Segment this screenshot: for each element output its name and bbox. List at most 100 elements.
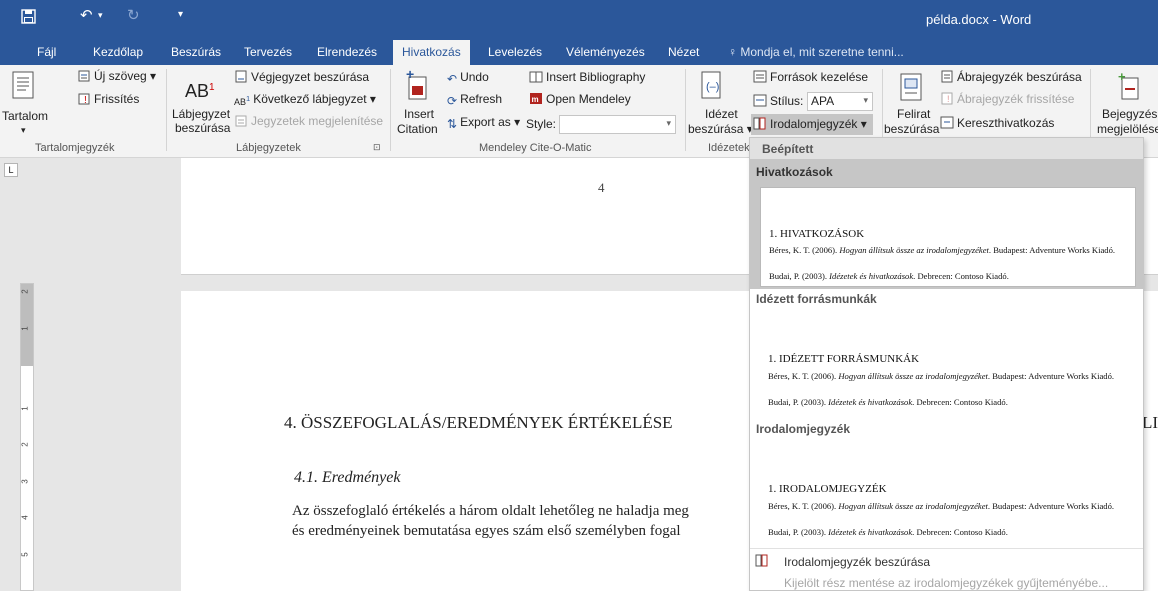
mendeley-undo-button[interactable]: ↶ Undo [447,70,489,86]
tab-mailings[interactable]: Levelezés [488,45,542,59]
bibliography-option-references[interactable]: Hivatkozások 1. HIVATKOZÁSOK Béres, K. T… [750,159,1143,289]
ruler-number: 2 [20,289,30,294]
vertical-ruler[interactable]: 2 1 1 2 3 4 5 [20,283,34,591]
style-select[interactable]: ▾ [559,115,676,134]
insert-footnote-line1[interactable]: Lábjegyzet [172,107,230,121]
preview-heading: 1. IDÉZETT FORRÁSMUNKÁK [768,353,920,365]
tab-design[interactable]: Tervezés [244,45,292,59]
save-icon[interactable] [21,9,36,28]
citation-style-label: Stílus: [753,94,803,110]
group-label-citations: Idézetek [708,142,750,154]
ruler-margin [21,284,33,366]
ruler-number: 1 [20,326,30,331]
mark-entry-line2[interactable]: megjelölése [1097,122,1158,136]
insert-bibliography-menu-item[interactable]: Irodalomjegyzék beszúrása [750,551,1143,571]
bibliography-book-icon [753,117,767,133]
update-figures-icon: ! [940,92,954,108]
insert-bibliography-mendeley-button[interactable]: Insert Bibliography [529,70,645,86]
ribbon-tabs: Fájl Kezdőlap Beszúrás Tervezés Elrendez… [0,40,1158,65]
tab-home[interactable]: Kezdőlap [93,45,143,59]
bibliography-book-icon [755,554,769,570]
bibliography-option-bibliography[interactable]: Irodalomjegyzék 1. IRODALOMJEGYZÉK Béres… [750,419,1143,549]
open-mendeley-button[interactable]: m Open Mendeley [529,92,631,108]
group-separator [685,69,686,151]
bibliography-dropdown: Beépített Hivatkozások 1. HIVATKOZÁSOK B… [749,137,1144,591]
chevron-down-icon: ▾ [863,95,868,105]
undo-icon[interactable]: ↶ [80,6,93,24]
tab-insert[interactable]: Beszúrás [171,45,221,59]
insert-endnote-button[interactable]: Végjegyzet beszúrása [234,70,369,86]
tab-review[interactable]: Véleményezés [566,45,645,59]
paragraph-line: Az összefoglaló értékelés a három oldalt… [292,503,689,519]
dialog-launcher-icon[interactable]: ⊡ [373,142,381,153]
add-text-button[interactable]: Új szöveg ▾ [77,69,156,85]
ruler-number: 5 [20,552,30,557]
group-separator [166,69,167,151]
menu-item-label: Irodalomjegyzék beszúrása [784,555,931,569]
preview-reference: Budai, P. (2003). Idézetek és hivatkozás… [768,527,1008,537]
svg-text:+: + [406,69,414,82]
svg-text:!: ! [84,95,87,105]
customize-toolbar-icon[interactable]: ▾ [178,9,183,20]
mendeley-refresh-button[interactable]: ⟳ Refresh [447,92,502,108]
tab-layout[interactable]: Elrendezés [317,45,377,59]
mark-entry-line1[interactable]: Bejegyzés [1102,107,1157,121]
manage-sources-button[interactable]: Források kezelése [753,70,868,86]
update-table-button[interactable]: ! Frissítés [77,92,139,108]
option-label: Hivatkozások [756,165,833,179]
paragraph-line: és eredményeinek bemutatása egyes szám e… [292,523,681,539]
bibliography-icon [529,71,543,86]
footnote-icon: AB1 [185,81,215,101]
show-notes-button[interactable]: Jegyzetek megjelenítése [234,114,383,130]
undo-arrow-icon: ↶ [447,72,458,86]
insert-citation-word-line1[interactable]: Idézet [705,107,738,121]
insert-caption-line2[interactable]: beszúrása [884,122,939,136]
heading-overflow: LI [1142,413,1158,432]
insert-citation-word-line2[interactable]: beszúrása ▾ [688,122,753,136]
add-text-icon [77,69,91,85]
insert-caption-line1[interactable]: Felirat [897,107,930,121]
insert-citation-line1[interactable]: Insert [404,107,434,121]
lightbulb-icon: ♀ [728,45,741,59]
preview-reference: Béres, K. T. (2006). Hogyan állítsuk öss… [768,371,1115,381]
insert-citation-line2[interactable]: Citation [397,122,438,136]
export-icon: ⇅ [447,117,458,131]
group-separator [390,69,391,151]
save-selection-menu-item[interactable]: Kijelölt rész mentése az irodalomjegyzék… [750,573,1143,591]
toc-dropdown-icon[interactable]: ▾ [21,123,26,137]
tab-view[interactable]: Nézet [668,45,699,59]
next-footnote-icon: AB1 [234,94,251,107]
mendeley-logo-icon: m [529,92,543,108]
tab-file[interactable]: Fájl [37,45,56,59]
bibliography-button[interactable]: Irodalomjegyzék ▾ [751,114,873,135]
insert-caption-icon [900,73,922,104]
svg-text:(–): (–) [706,81,719,93]
group-label-toc: Tartalomjegyzék [35,142,115,154]
tell-me-box[interactable]: ♀ Mondja el, mit szeretne tenni... [728,45,904,59]
ruler-number: 4 [20,515,30,520]
insert-footnote-line2[interactable]: beszúrása [175,121,230,135]
update-table-of-figures-button[interactable]: ! Ábrajegyzék frissítése [940,92,1074,108]
tab-references[interactable]: Hivatkozás [393,40,470,65]
option-preview: 1. HIVATKOZÁSOK Béres, K. T. (2006). Hog… [760,187,1136,287]
dropdown-header: Beépített [750,138,1143,159]
tab-selector[interactable]: L [4,163,18,177]
table-of-figures-icon [940,70,954,86]
bibliography-option-works-cited[interactable]: Idézett forrásmunkák 1. IDÉZETT FORRÁSMU… [750,289,1143,419]
cross-reference-button[interactable]: Kereszthivatkozás [940,116,1054,132]
insert-table-of-figures-button[interactable]: Ábrajegyzék beszúrása [940,70,1082,86]
group-label-footnotes: Lábjegyzetek [236,142,301,154]
next-footnote-button[interactable]: AB1 Következő lábjegyzet ▾ [234,92,376,109]
preview-reference: Budai, P. (2003). Idézetek és hivatkozás… [768,397,1008,407]
menu-item-label: Kijelölt rész mentése az irodalomjegyzék… [784,576,1109,590]
endnote-icon [234,70,248,86]
window-title: példa.docx - Word [926,12,1032,27]
toc-button[interactable]: Tartalom [2,109,48,123]
undo-dropdown-icon[interactable]: ▾ [98,10,103,21]
preview-reference: Béres, K. T. (2006). Hogyan állítsuk öss… [768,501,1115,511]
mark-entry-icon: + [1117,69,1141,104]
citation-style-select[interactable]: APA ▾ [807,92,873,111]
redo-icon[interactable]: ↻ [127,6,140,24]
export-as-button[interactable]: ⇅ Export as ▾ [447,115,520,131]
option-preview: 1. IRODALOMJEGYZÉK Béres, K. T. (2006). … [760,443,1136,543]
